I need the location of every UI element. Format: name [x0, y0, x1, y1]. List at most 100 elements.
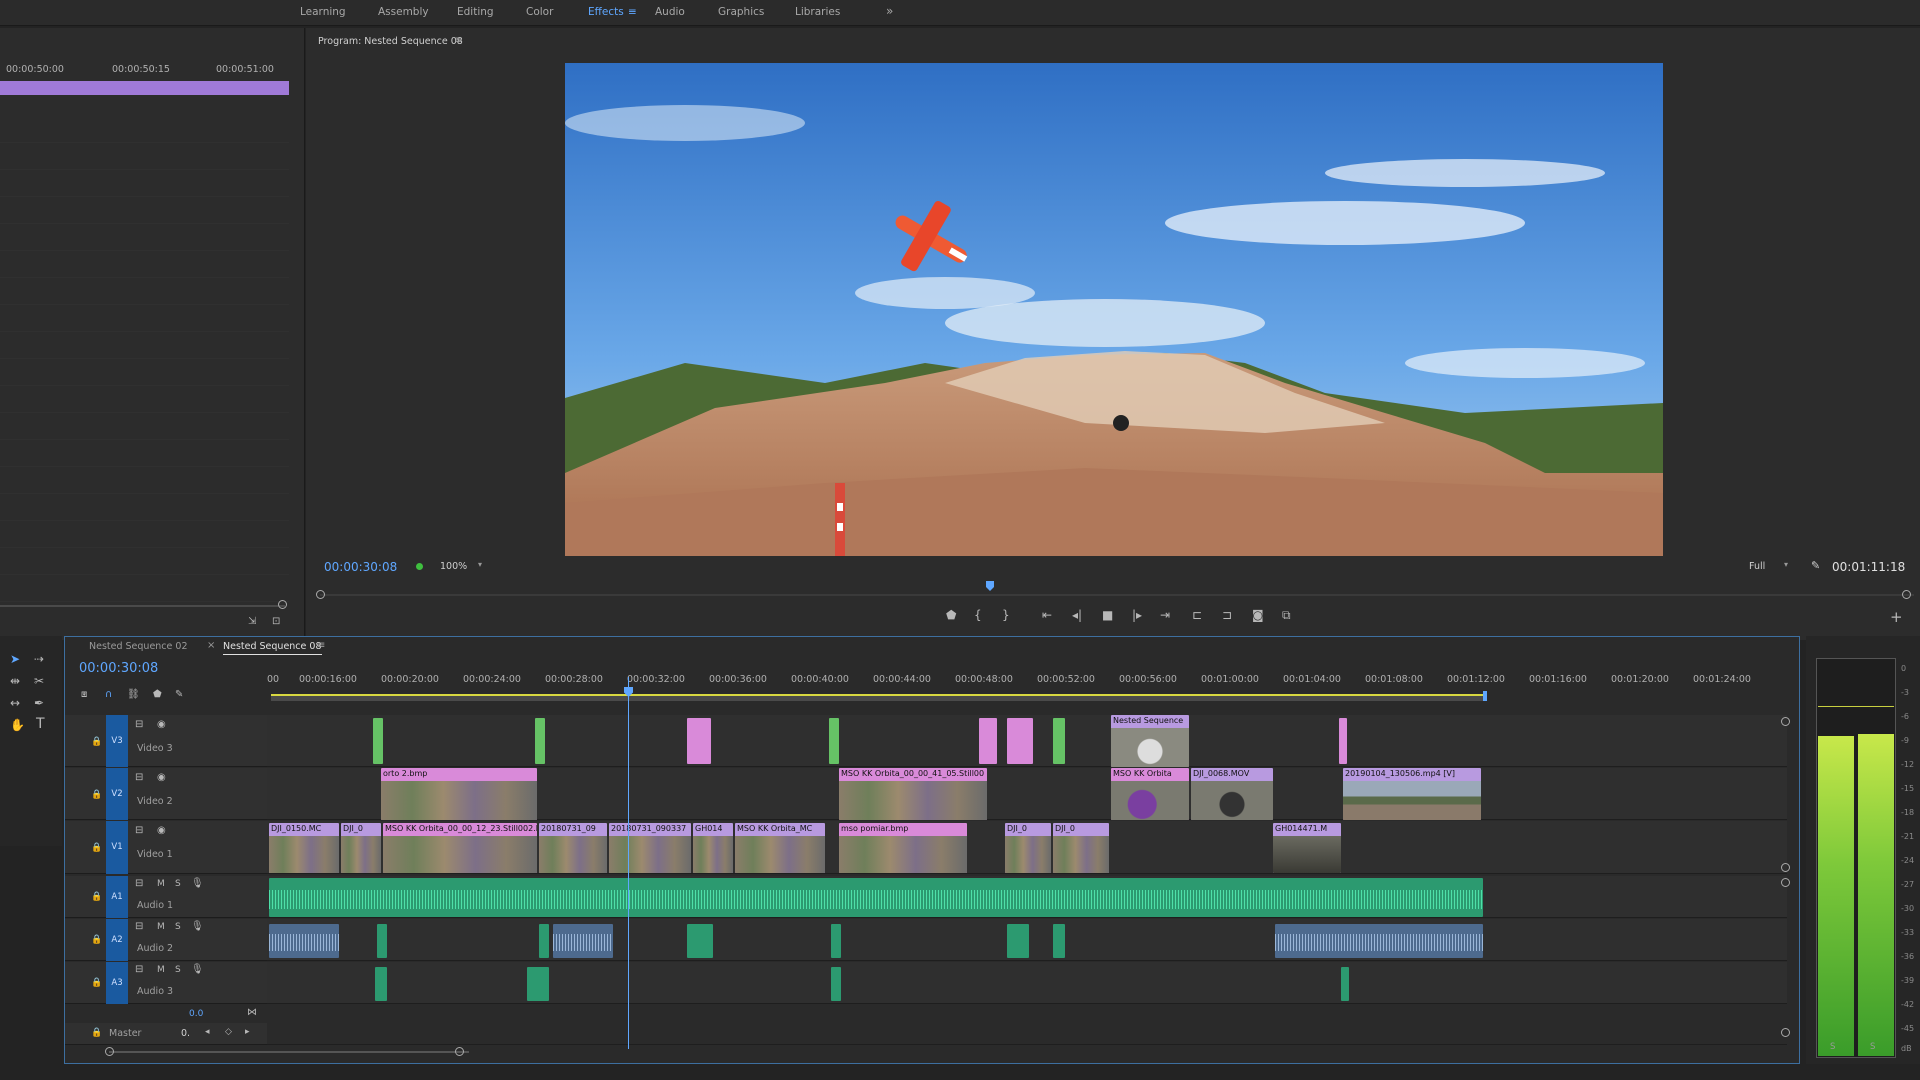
video-clip[interactable] [687, 718, 711, 764]
snap-magnet-icon[interactable]: ∩ [105, 689, 112, 700]
source-work-area-bar[interactable] [0, 81, 289, 95]
video-clip[interactable] [1053, 718, 1065, 764]
video-clip-dji-3[interactable]: DJI_0 [1053, 823, 1109, 873]
lock-icon[interactable]: 🔒 [91, 978, 102, 988]
slip-tool-icon[interactable]: ↔ [10, 696, 20, 710]
track-row-a3[interactable] [267, 962, 1787, 1004]
sync-lock-icon[interactable]: ⊟ [135, 921, 143, 932]
lock-icon[interactable]: 🔒 [91, 843, 102, 853]
eye-icon[interactable]: ◉ [157, 719, 166, 730]
audio-clip-a2[interactable] [1275, 924, 1483, 958]
lock-icon[interactable]: 🔒 [91, 737, 102, 747]
master-level-readout[interactable]: 0.0 [189, 1009, 203, 1019]
type-tool-icon[interactable]: T [36, 716, 45, 732]
solo-button[interactable]: S [175, 879, 181, 889]
program-zoom-select[interactable]: 100% [440, 561, 467, 572]
audio-clip-a3[interactable] [831, 967, 841, 1001]
audio-clip-a3[interactable] [375, 967, 387, 1001]
pen-tool-icon[interactable]: ✒ [34, 696, 44, 710]
master-volume[interactable]: 0. [181, 1028, 190, 1039]
vertical-zoom-handle-top[interactable] [1781, 717, 1790, 726]
program-menu-icon[interactable]: ≡ [454, 35, 462, 46]
add-marker-icon[interactable]: ⬟ [946, 608, 956, 622]
audio-clip-a2[interactable] [831, 924, 841, 958]
mark-out-icon[interactable]: } [1002, 608, 1010, 622]
audio-clip-a2[interactable] [1007, 924, 1029, 958]
audio-clip-a2[interactable] [1053, 924, 1065, 958]
audio-clip-a2[interactable] [687, 924, 713, 958]
program-video-frame[interactable] [565, 63, 1663, 556]
program-playhead[interactable] [986, 581, 994, 591]
track-badge-v1[interactable]: V1 [106, 821, 128, 874]
workspace-menu-icon[interactable]: ≡ [628, 6, 637, 18]
insert-icon[interactable]: ⊡ [272, 616, 280, 627]
step-back-icon[interactable]: ◂| [1072, 608, 1082, 622]
video-clip-20180731-a[interactable]: 20180731_09 [539, 823, 607, 873]
mute-button[interactable]: M [157, 965, 165, 975]
video-clip-mso-pomiar[interactable]: mso pomiar.bmp [839, 823, 967, 873]
vertical-zoom-handle-bottom[interactable] [1781, 863, 1790, 872]
meter-solo-left[interactable]: S [1830, 1042, 1835, 1052]
eye-icon[interactable]: ◉ [157, 825, 166, 836]
video-clip-mso-mc[interactable]: MSO KK Orbita_MC [735, 823, 825, 873]
video-clip-mso[interactable]: MSO KK Orbita_00_00_41_05.Still00 [839, 768, 987, 820]
timeline-zoom-handle-left[interactable] [105, 1047, 114, 1056]
zoom-handle-left[interactable] [316, 590, 325, 599]
track-badge-a2[interactable]: A2 [106, 919, 128, 961]
resolution-chevron-down-icon[interactable]: ▾ [1784, 560, 1788, 569]
video-clip[interactable] [1339, 718, 1347, 764]
lock-icon[interactable]: 🔒 [91, 892, 102, 902]
export-frame-icon[interactable]: ⇲ [248, 616, 256, 627]
video-clip-dji[interactable]: DJI_0 [341, 823, 381, 873]
audio-zoom-handle-top[interactable] [1781, 878, 1790, 887]
microphone-icon[interactable]: 🎙 [191, 878, 204, 889]
video-clip-orto[interactable]: orto 2.bmp [381, 768, 537, 820]
track-badge-v3[interactable]: V3 [106, 715, 128, 767]
selection-tool-icon[interactable]: ➤ [10, 652, 20, 666]
timeline-zoom-handle-right[interactable] [455, 1047, 464, 1056]
video-clip-20180731-b[interactable]: 20180731_090337 [609, 823, 691, 873]
mute-button[interactable]: M [157, 879, 165, 889]
track-row-master[interactable] [267, 1023, 1787, 1045]
program-playhead-timecode[interactable]: 00:00:30:08 [324, 560, 397, 574]
timeline-tab-nested-08[interactable]: Nested Sequence 08 [223, 641, 322, 655]
go-to-out-icon[interactable]: ⇥ [1160, 608, 1170, 622]
audio-zoom-handle-bottom[interactable] [1781, 1028, 1790, 1037]
workspace-tab-learning[interactable]: Learning [300, 6, 346, 18]
sync-lock-icon[interactable]: ⊟ [135, 719, 143, 730]
microphone-icon[interactable]: 🎙 [191, 964, 204, 975]
sync-lock-icon[interactable]: ⊟ [135, 772, 143, 783]
add-button-icon[interactable]: + [1890, 608, 1903, 626]
video-clip-20190104[interactable]: 20190104_130506.mp4 [V] [1343, 768, 1481, 820]
go-to-in-icon[interactable]: ⇤ [1042, 608, 1052, 622]
nest-icon[interactable]: ⧆ [81, 689, 87, 700]
add-marker-timeline-icon[interactable]: ⬟ [153, 689, 162, 700]
audio-clip-a3[interactable] [1341, 967, 1349, 1001]
video-clip-dji-2[interactable]: DJI_0 [1005, 823, 1051, 873]
timeline-timecode[interactable]: 00:00:30:08 [79, 661, 158, 676]
work-area-end-marker[interactable] [1483, 691, 1487, 701]
solo-button[interactable]: S [175, 965, 181, 975]
timeline-tab-close-icon[interactable]: × [207, 640, 215, 651]
mute-button[interactable]: M [157, 922, 165, 932]
sync-lock-icon[interactable]: ⊟ [135, 964, 143, 975]
audio-clip-a2[interactable] [539, 924, 549, 958]
prev-keyframe-icon[interactable]: ◂ [205, 1027, 210, 1037]
video-clip-dji-0150[interactable]: DJI_0150.MC [269, 823, 339, 873]
video-clip-mso2[interactable]: MSO KK Orbita [1111, 768, 1189, 820]
workspace-tab-graphics[interactable]: Graphics [718, 6, 764, 18]
microphone-icon[interactable]: 🎙 [191, 921, 204, 932]
workspace-tab-libraries[interactable]: Libraries [795, 6, 840, 18]
track-select-tool-icon[interactable]: ⇢ [34, 652, 44, 666]
video-clip[interactable] [535, 718, 545, 764]
add-keyframe-icon[interactable]: ◇ [225, 1027, 232, 1037]
linked-selection-icon[interactable]: ⛓ [127, 689, 140, 700]
export-frame-camera-icon[interactable]: ◙ [1252, 608, 1264, 622]
workspace-tab-effects[interactable]: Effects [588, 6, 624, 18]
video-clip-dji-0068[interactable]: DJI_0068.MOV [1191, 768, 1273, 820]
meter-solo-right[interactable]: S [1870, 1042, 1875, 1052]
workspace-tab-assembly[interactable]: Assembly [378, 6, 429, 18]
sync-lock-icon[interactable]: ⊟ [135, 825, 143, 836]
program-scrub-bar[interactable] [320, 594, 1914, 596]
track-badge-a1[interactable]: A1 [106, 876, 128, 918]
